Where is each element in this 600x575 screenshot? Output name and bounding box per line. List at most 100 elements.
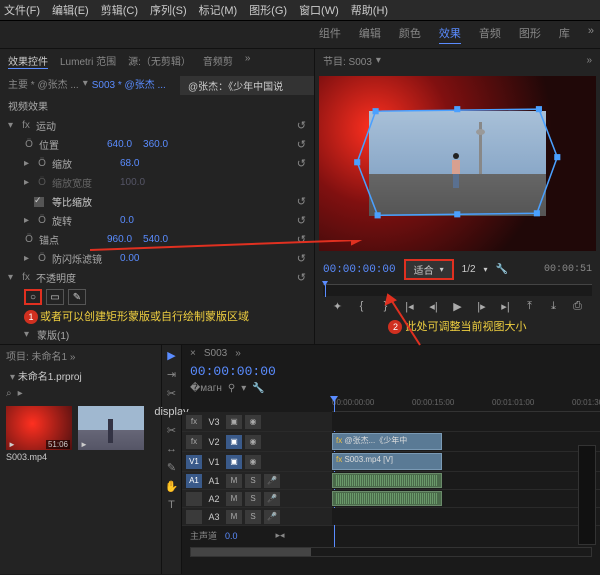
menu-window[interactable]: 窗口(W) (299, 2, 339, 18)
pen-tool[interactable]: ✎ (167, 461, 176, 474)
program-monitor-panel: 节目: S003 ▾ » 00:00:00:00 适合▾ 1/2 ▾ (315, 49, 600, 344)
sequence-name[interactable]: S003 (204, 348, 227, 359)
pos-x[interactable]: 640.0 (104, 139, 135, 150)
mark-in-button[interactable]: { (354, 300, 370, 313)
audio-meter (578, 445, 596, 545)
track-toggle[interactable]: ▣ (226, 455, 242, 469)
clip-v2[interactable]: fx @张杰...《少年中 (332, 433, 442, 450)
reset-icon[interactable]: ↺ (297, 157, 306, 170)
mask-pen-button[interactable]: ✎ (68, 289, 86, 305)
tab-effect-controls[interactable]: 效果控件 (8, 53, 48, 69)
tabs-more[interactable]: » (245, 53, 251, 69)
timeline-scrollbar[interactable] (190, 547, 592, 557)
uniform-scale-checkbox[interactable] (34, 197, 44, 207)
type-tool[interactable]: T (168, 499, 175, 511)
program-ruler[interactable] (323, 284, 592, 296)
prop-uniform-scale[interactable]: 等比缩放 ↺ (0, 192, 314, 211)
slip-tool[interactable]: ↔ (166, 443, 177, 455)
timeline-ruler[interactable]: 00:00:00:00 00:00:15:00 00:01:01:00 00:0… (332, 396, 600, 412)
program-dropdown-icon[interactable]: ▾ (376, 55, 381, 66)
wrench-icon[interactable]: 🔧 (252, 383, 264, 394)
playhead[interactable] (325, 285, 326, 297)
go-to-in-button[interactable]: |◂ (402, 300, 418, 313)
timeline-tracks: fxV3▣◉ fxV2▣◉ fx @张杰...《少年中 V1V1▣◉ fx S0… (182, 412, 600, 526)
track-toggle[interactable]: ▣ (226, 415, 242, 429)
step-back-button[interactable]: ◂| (426, 300, 442, 313)
mask-outline[interactable] (352, 101, 563, 224)
ws-audio[interactable]: 音频 (479, 25, 501, 44)
extract-button[interactable]: ⤓ (546, 300, 562, 313)
clip-a2[interactable] (332, 491, 442, 506)
zoom-fit-dropdown[interactable]: 适合▾ (404, 259, 454, 280)
reset-icon[interactable]: ↺ (297, 233, 306, 246)
clip-v1[interactable]: fx S003.mp4 [V] (332, 453, 442, 470)
project-tab[interactable]: 项目: 未命名1 (6, 352, 67, 363)
export-frame-button[interactable]: ⎙ (570, 300, 586, 313)
razor-tool[interactable]: ✂ (167, 424, 176, 437)
menu-help[interactable]: 帮助(H) (351, 2, 388, 18)
snap-icon[interactable]: �магн (190, 383, 222, 394)
timeline-timecode[interactable]: 00:00:00:00 (182, 362, 600, 381)
ws-effects[interactable]: 效果 (439, 25, 461, 44)
fx-opacity[interactable]: ▾fx不透明度 ↺ (0, 268, 314, 287)
program-tc-left[interactable]: 00:00:00:00 (323, 264, 396, 276)
lift-button[interactable]: ⤒ (522, 300, 538, 313)
crumb-dropdown-icon[interactable]: ▾ (83, 78, 88, 89)
ws-assembly[interactable]: 组件 (319, 25, 341, 44)
marker-icon[interactable]: ▾ (241, 383, 246, 394)
add-marker-button[interactable]: ✦ (330, 300, 346, 313)
play-button[interactable]: ▶ (450, 300, 466, 313)
zoom-resolution[interactable]: 1/2 (462, 264, 476, 275)
menu-marker[interactable]: 标记(M) (199, 2, 238, 18)
tab-audio-clip[interactable]: 音频剪 (203, 53, 233, 69)
reset-icon[interactable]: ↺ (297, 195, 306, 208)
ws-color[interactable]: 颜色 (399, 25, 421, 44)
hand-tool[interactable]: ✋ (165, 480, 179, 493)
mask-rect-button[interactable]: ▭ (46, 289, 64, 305)
ws-library[interactable]: 库 (559, 25, 570, 44)
menu-edit[interactable]: 编辑(E) (52, 2, 89, 18)
go-to-out-button[interactable]: ▸| (498, 300, 514, 313)
stopwatch-icon[interactable]: Ö (24, 139, 34, 150)
program-monitor[interactable] (319, 76, 596, 251)
bin-item[interactable]: ►51:06 S003.mp4 (6, 406, 72, 462)
mask-group[interactable]: ▾蒙版(1) (0, 325, 314, 344)
pos-y[interactable]: 360.0 (140, 139, 171, 150)
menu-clip[interactable]: 剪辑(C) (101, 2, 138, 18)
track-toggle[interactable]: ▣ (226, 435, 242, 449)
filter-icon[interactable]: ⌕ (6, 388, 12, 399)
mark-out-button[interactable]: } (378, 300, 394, 313)
bin-item[interactable]: ► (78, 406, 144, 462)
clip-a1[interactable] (332, 473, 442, 488)
menu-sequence[interactable]: 序列(S) (150, 2, 187, 18)
project-filename: ▾ 未命名1.prproj (0, 366, 161, 385)
menu-graphics[interactable]: 图形(G) (249, 2, 287, 18)
reset-icon[interactable]: ↺ (297, 214, 306, 227)
ws-more[interactable]: » (588, 25, 594, 44)
link-icon[interactable]: ⚲ (228, 383, 235, 394)
chevron-down-icon: ▾ (440, 265, 444, 274)
program-label: 节目: S003 (323, 53, 372, 68)
tab-source[interactable]: 源:（无剪辑） (128, 53, 191, 69)
tab-lumetri[interactable]: Lumetri 范围 (60, 53, 116, 69)
mask-ellipse-button[interactable]: ○ (24, 289, 42, 305)
reset-icon[interactable]: ↺ (297, 119, 306, 132)
program-more[interactable]: » (586, 55, 592, 66)
reset-icon[interactable]: ↺ (297, 138, 306, 151)
scale-val[interactable]: 68.0 (117, 158, 142, 169)
reset-icon[interactable]: ↺ (297, 271, 306, 284)
project-more[interactable]: » (70, 352, 76, 363)
menu-file[interactable]: 文件(F) (4, 2, 40, 18)
filter-arrow-icon[interactable]: ▸ (18, 388, 23, 399)
selection-tool[interactable]: ▶ (167, 349, 175, 362)
ws-editing[interactable]: 编辑 (359, 25, 381, 44)
fx-motion[interactable]: ▾fx运动 ↺ (0, 116, 314, 135)
settings-icon[interactable]: 🔧 (496, 264, 508, 275)
track-select-tool[interactable]: ⇥ (167, 368, 176, 381)
prop-scale: ▸Ö缩放 68.0 ↺ (0, 154, 314, 173)
ws-graphics[interactable]: 图形 (519, 25, 541, 44)
tl-more[interactable]: » (235, 348, 241, 359)
step-fwd-button[interactable]: |▸ (474, 300, 490, 313)
ripple-tool[interactable]: ✂ (167, 387, 176, 400)
reset-icon[interactable]: ↺ (297, 252, 306, 265)
